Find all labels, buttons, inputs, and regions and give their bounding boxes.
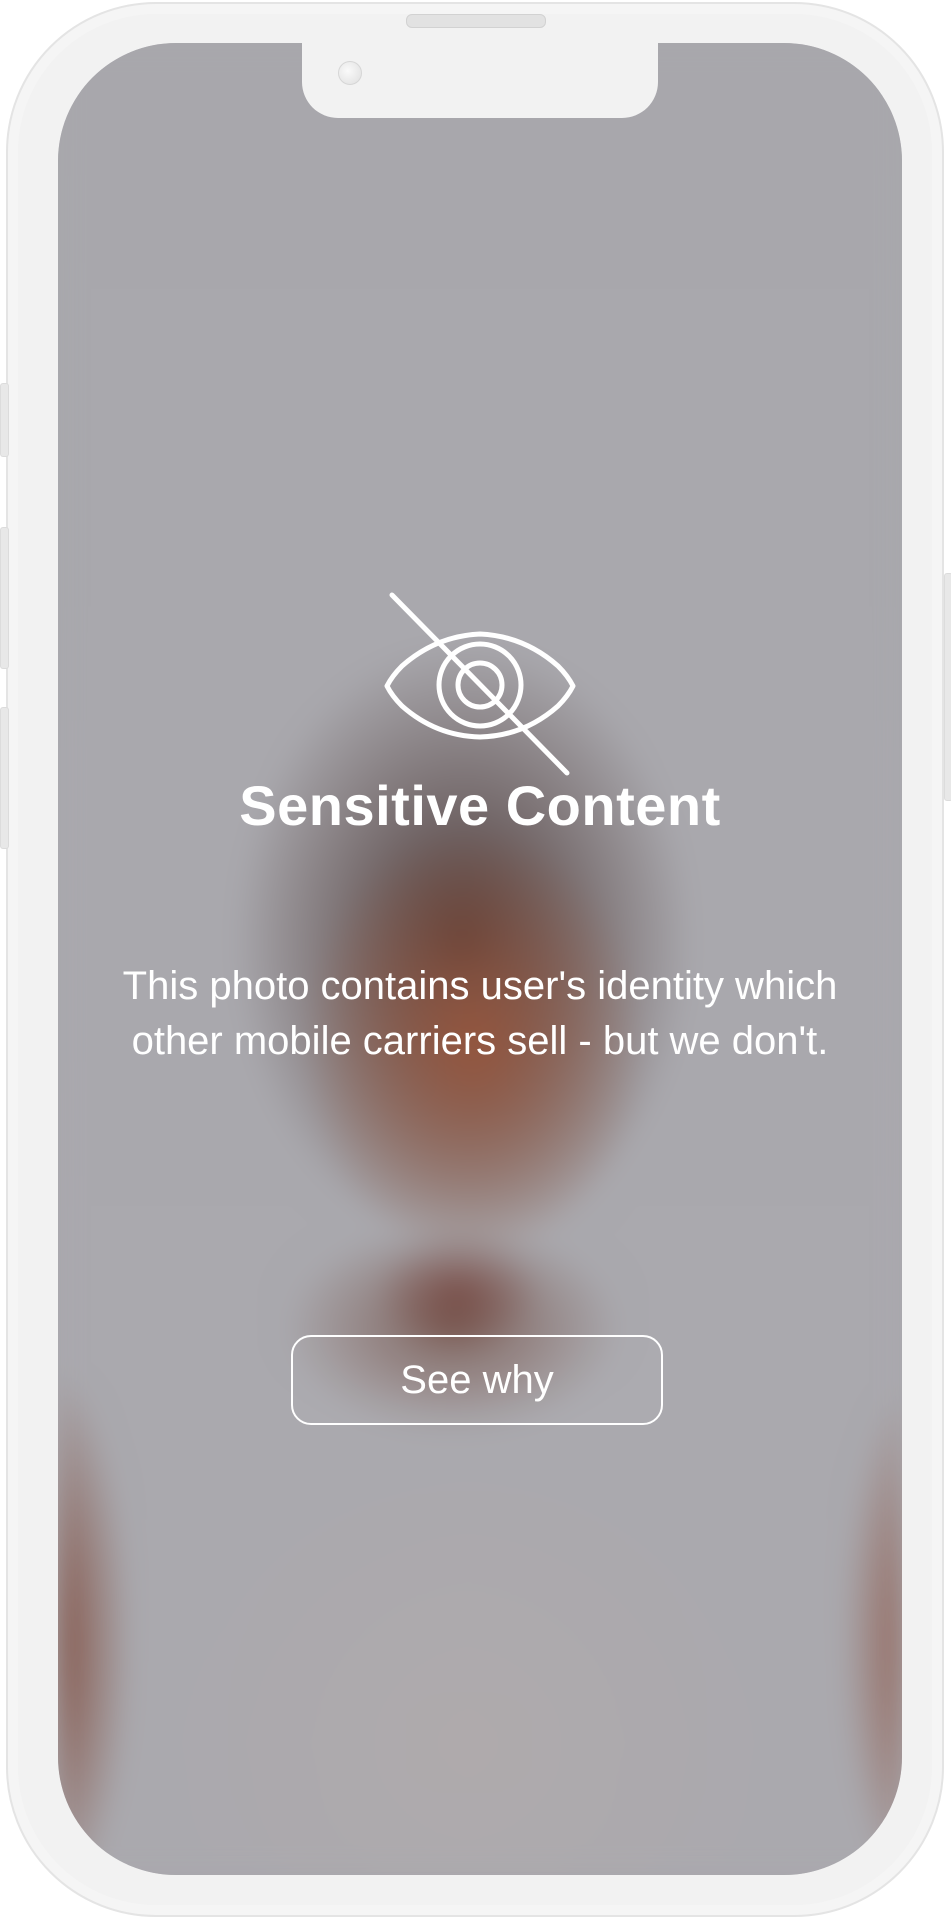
eye-slash-icon (384, 592, 576, 776)
speaker-grille (406, 14, 546, 28)
sensitive-content-overlay: Sensitive Content This photo contains us… (58, 43, 902, 1875)
page-title: Sensitive Content (239, 774, 721, 837)
volume-down-button (0, 707, 9, 849)
sensitive-content-message: This photo contains user's identity whic… (122, 964, 838, 1063)
mute-switch (0, 383, 9, 457)
volume-up-button (0, 527, 9, 669)
power-button (944, 573, 951, 801)
see-why-button[interactable]: See why (291, 1335, 663, 1425)
